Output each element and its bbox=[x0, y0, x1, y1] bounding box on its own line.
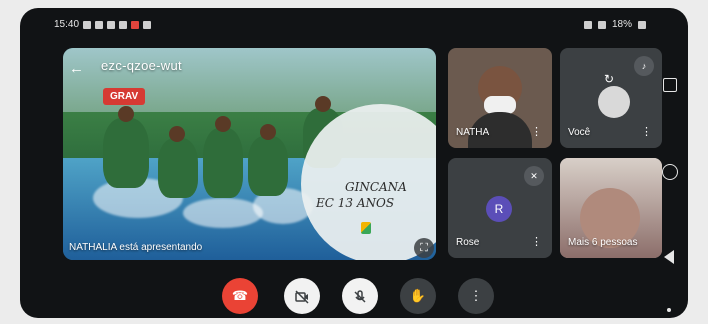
camera-toggle-button[interactable] bbox=[284, 278, 320, 314]
battery-icon bbox=[638, 20, 646, 29]
kid-head bbox=[315, 96, 331, 112]
event-subtitle: EC 13 ANOS bbox=[316, 196, 395, 210]
end-call-button[interactable]: ☎ bbox=[222, 278, 258, 314]
presentation-tile[interactable]: ← ezc-qzoe-wut GRAV GINCANA EC 13 ANOS N… bbox=[63, 48, 436, 260]
back-arrow-icon[interactable]: ← bbox=[69, 60, 84, 77]
notification-icon bbox=[143, 20, 152, 29]
mic-off-icon bbox=[354, 289, 366, 303]
phone-screen: 15:40 18% ← ezc-qzoe-wut GRAV GINCANA EC… bbox=[20, 8, 688, 318]
participant-tile-you[interactable]: ↻ ♪ Você ⋮ bbox=[560, 48, 662, 148]
more-options-button[interactable]: ⋮ bbox=[458, 278, 494, 314]
system-nav-bar bbox=[652, 8, 688, 318]
status-left: 15:40 bbox=[54, 19, 152, 30]
status-bar: 15:40 18% bbox=[20, 8, 688, 42]
participant-name: Rose bbox=[456, 237, 480, 248]
wifi-icon bbox=[583, 20, 592, 29]
kid-head bbox=[118, 106, 134, 122]
recents-icon[interactable] bbox=[663, 78, 677, 92]
event-logo-mark bbox=[361, 222, 371, 234]
more-options-icon: ⋮ bbox=[469, 288, 483, 303]
more-vert-icon[interactable]: ⋮ bbox=[531, 125, 542, 138]
participant-name: Você bbox=[568, 127, 591, 138]
participant-tile-more[interactable]: Mais 6 pessoas bbox=[560, 158, 662, 258]
avatar-rose: R bbox=[486, 196, 512, 222]
home-icon[interactable] bbox=[662, 164, 678, 180]
kid-head bbox=[260, 124, 276, 140]
back-icon[interactable] bbox=[664, 250, 674, 264]
battery-text: 18% bbox=[611, 19, 632, 30]
more-vert-icon[interactable]: ⋮ bbox=[531, 235, 542, 248]
kid-figure bbox=[203, 128, 243, 198]
recording-badge: GRAV bbox=[103, 88, 146, 105]
volume-icon[interactable]: ♪ bbox=[634, 56, 654, 76]
end-call-icon: ☎ bbox=[231, 288, 249, 303]
switch-camera-icon[interactable]: ↻ bbox=[604, 72, 614, 86]
mic-toggle-button[interactable] bbox=[342, 278, 378, 314]
more-participants-label: Mais 6 pessoas bbox=[568, 237, 638, 248]
meeting-code[interactable]: ezc-qzoe-wut bbox=[101, 58, 182, 73]
status-time: 15:40 bbox=[54, 19, 80, 30]
kid-figure bbox=[103, 118, 149, 188]
status-right: 18% bbox=[583, 19, 646, 30]
water-splash bbox=[183, 198, 263, 228]
participant-name: NATHA bbox=[456, 127, 490, 138]
more-vert-icon[interactable]: ⋮ bbox=[641, 125, 652, 138]
kid-head bbox=[169, 126, 185, 142]
kid-head bbox=[215, 116, 231, 132]
mic-muted-icon: ✕ bbox=[524, 166, 544, 186]
participant-tile-rose[interactable]: R ✕ Rose ⋮ bbox=[448, 158, 552, 258]
event-title: GINCANA bbox=[345, 180, 407, 194]
camera-off-icon bbox=[295, 290, 309, 304]
fullscreen-icon[interactable]: ⛶ bbox=[414, 238, 434, 258]
notification-icon bbox=[83, 20, 92, 29]
raise-hand-button[interactable]: ✋ bbox=[400, 278, 436, 314]
nav-dot-icon bbox=[667, 308, 671, 312]
presenting-label: NATHALIA está apresentando bbox=[69, 242, 203, 253]
signal-icon bbox=[597, 20, 606, 29]
notification-icon bbox=[107, 20, 116, 29]
self-avatar bbox=[598, 86, 630, 118]
notification-icon bbox=[95, 20, 104, 29]
notification-icon bbox=[131, 20, 140, 29]
kid-figure bbox=[158, 138, 198, 198]
notification-icon bbox=[119, 20, 128, 29]
raise-hand-icon: ✋ bbox=[409, 288, 427, 303]
participant-tile-natha[interactable]: NATHA ⋮ bbox=[448, 48, 552, 148]
kid-figure bbox=[248, 136, 288, 196]
